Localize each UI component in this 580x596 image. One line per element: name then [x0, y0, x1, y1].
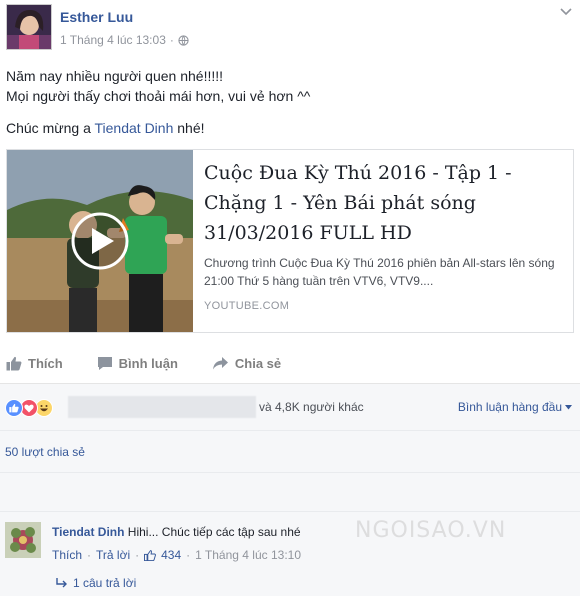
- view-replies-link[interactable]: 1 câu trả lời: [56, 576, 136, 590]
- link-body: Cuộc Đua Kỳ Thú 2016 - Tập 1 - Chặng 1 -…: [204, 158, 565, 312]
- link-description: Chương trình Cuộc Đua Kỳ Thú 2016 phiên …: [204, 256, 555, 288]
- divider: [0, 511, 580, 512]
- comment-reply-link[interactable]: Trả lời: [96, 548, 130, 562]
- comment-timestamp[interactable]: 1 Tháng 4 lúc 13:10: [195, 548, 301, 562]
- thumbs-up-icon: [6, 356, 22, 371]
- mention-link[interactable]: Tiendat Dinh: [95, 120, 174, 136]
- like-icon: [5, 399, 23, 417]
- link-preview-card[interactable]: Cuộc Đua Kỳ Thú 2016 - Tập 1 - Chặng 1 -…: [6, 149, 574, 333]
- like-button[interactable]: Thích: [6, 356, 63, 371]
- caret-down-icon: [565, 404, 572, 409]
- author-avatar[interactable]: [6, 4, 52, 50]
- post-text-line: Chúc mừng a Tiendat Dinh nhé!: [6, 120, 205, 136]
- post-text-line: Năm nay nhiều người quen nhé!!!!!: [6, 68, 224, 84]
- post-header: Esther Luu 1 Tháng 4 lúc 13:03 ·: [6, 4, 574, 52]
- share-arrow-icon: [212, 357, 228, 370]
- link-title[interactable]: Cuộc Đua Kỳ Thú 2016 - Tập 1 - Chặng 1 -…: [204, 158, 565, 248]
- reaction-icons[interactable]: [5, 399, 53, 417]
- comment-meta: Thích · Trả lời · 434 · 1 Tháng 4 lúc 13…: [52, 548, 302, 562]
- share-count[interactable]: 50 lượt chia sẻ: [5, 445, 85, 459]
- comment-icon: [97, 357, 112, 370]
- reaction-count-text[interactable]: và 4,8K người khác: [259, 400, 364, 414]
- comment-button[interactable]: Bình luận: [97, 356, 178, 371]
- globe-icon: [178, 34, 189, 46]
- post-timestamp[interactable]: 1 Tháng 4 lúc 13:03: [60, 33, 166, 47]
- post-options-chevron-icon[interactable]: [560, 4, 572, 19]
- comment-text: Hihi... Chúc tiếp các tập sau nhé: [127, 525, 301, 539]
- blurred-names: [68, 396, 256, 418]
- comment-like-link[interactable]: Thích: [52, 548, 82, 562]
- link-domain: YOUTUBE.COM: [204, 300, 290, 312]
- video-thumbnail[interactable]: [7, 150, 193, 332]
- comment-body: Tiendat Dinh Hihi... Chúc tiếp các tập s…: [52, 525, 301, 539]
- comment-like-count[interactable]: 434: [161, 548, 181, 562]
- comment-order-dropdown[interactable]: Bình luận hàng đầu: [458, 400, 572, 414]
- post-actions: Thích Bình luận Chia sẻ: [6, 356, 281, 371]
- post-meta: 1 Tháng 4 lúc 13:03 ·: [60, 33, 189, 47]
- like-outline-icon: [144, 549, 157, 561]
- commenter-name[interactable]: Tiendat Dinh: [52, 525, 124, 539]
- watermark: NGOISAO.VN: [355, 518, 507, 543]
- reactions-row: và 4,8K người khác Bình luận hàng đầu: [0, 383, 580, 431]
- shares-row: 50 lượt chia sẻ: [0, 431, 580, 473]
- post-text: Năm nay nhiều người quen nhé!!!!! Mọi ng…: [6, 66, 310, 138]
- share-button[interactable]: Chia sẻ: [212, 356, 281, 371]
- author-name[interactable]: Esther Luu: [60, 9, 133, 25]
- reply-arrow-icon: [56, 578, 67, 588]
- post-text-line: Mọi người thấy chơi thoải mái hơn, vui v…: [6, 88, 311, 104]
- commenter-avatar[interactable]: [5, 522, 41, 558]
